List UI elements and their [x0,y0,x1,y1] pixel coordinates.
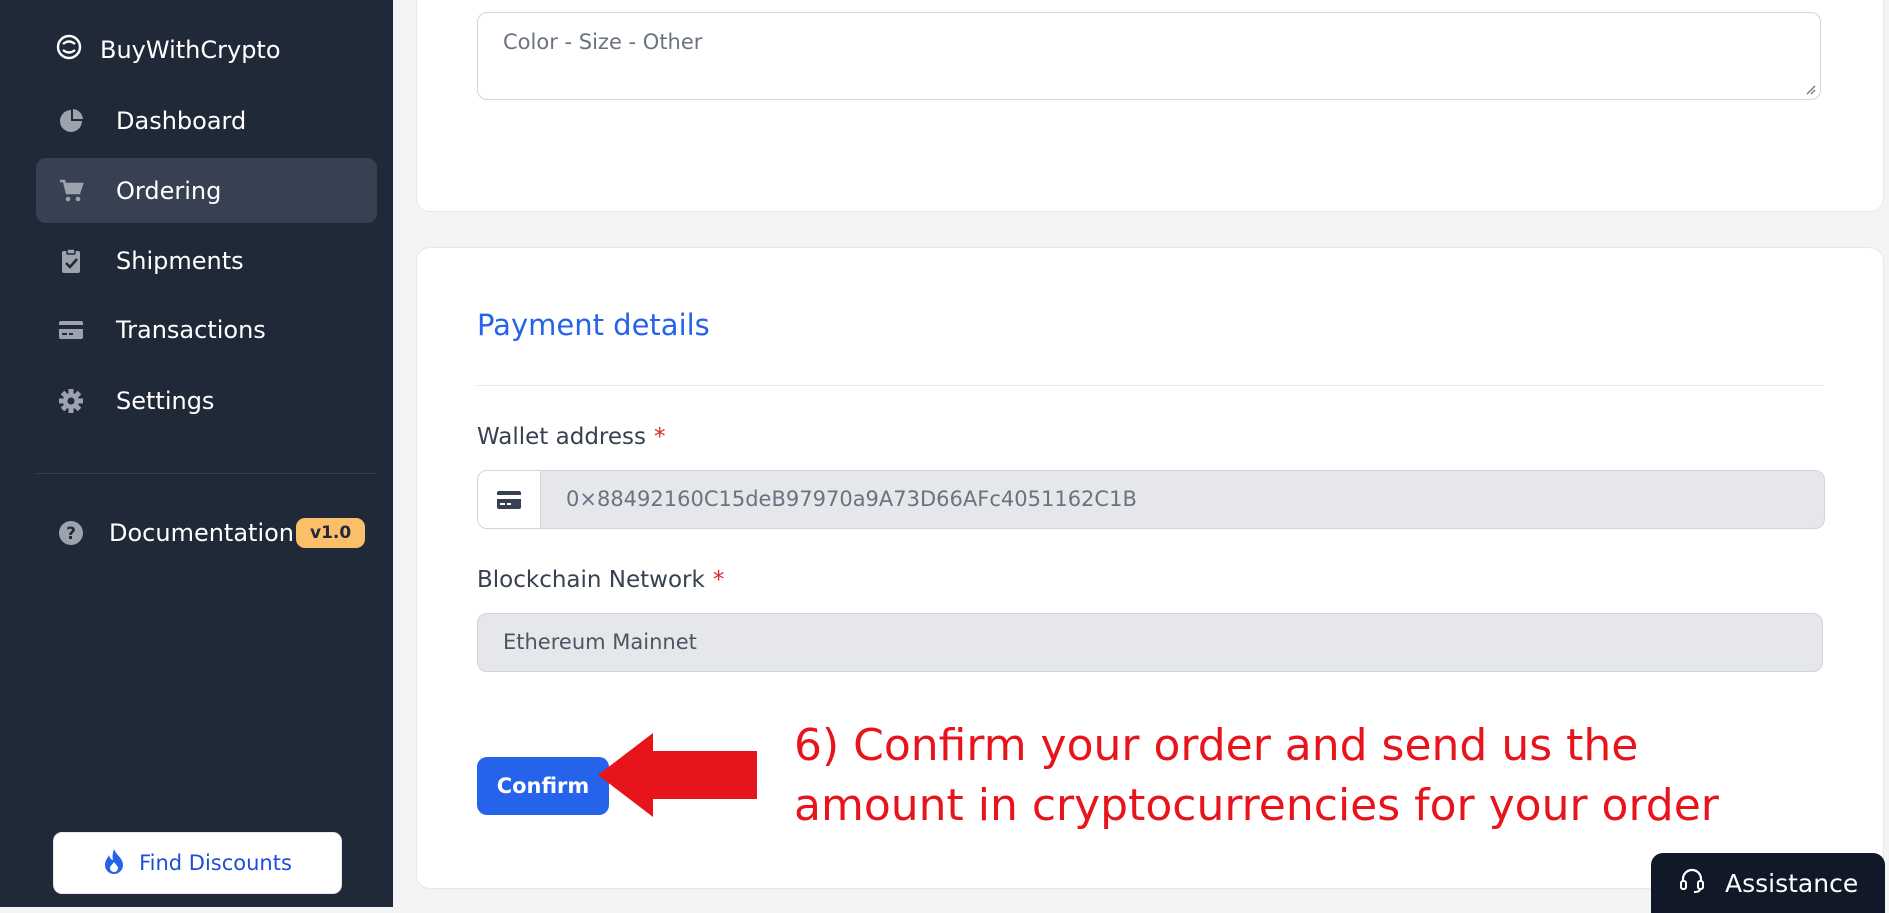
options-textarea[interactable]: Color - Size - Other [477,12,1821,100]
red-arrow-annotation [598,733,757,817]
sidebar-divider [36,473,377,474]
svg-text:?: ? [66,524,76,544]
version-badge: v1.0 [296,518,366,548]
documentation-label: Documentation [109,519,295,547]
credit-card-icon [57,316,85,344]
payment-details-title: Payment details [477,308,710,342]
cart-icon [57,177,85,205]
find-discounts-label: Find Discounts [139,851,292,875]
wallet-address-label: Wallet address * [477,424,666,450]
clipboard-check-icon [57,247,85,275]
sidebar-item-label: Transactions [116,315,266,344]
pie-chart-icon [57,107,85,135]
assistance-label: Assistance [1725,868,1859,898]
blockchain-network-label: Blockchain Network * [477,567,725,593]
sidebar-item-label: Dashboard [116,106,247,135]
sidebar-item-documentation[interactable]: ? Documentation v1.0 [36,502,377,564]
resize-handle-icon[interactable] [1804,83,1816,95]
blockchain-network-value: Ethereum Mainnet [503,630,697,654]
options-placeholder: Color - Size - Other [503,30,703,54]
sidebar-item-label: Settings [116,386,215,415]
find-discounts-button[interactable]: Find Discounts [53,832,342,894]
assistance-button[interactable]: Assistance [1651,853,1885,913]
wallet-address-value: 0×88492160C15deB97970a9A73D66AFc4051162C… [566,487,1137,511]
annotation-line-2: amount in cryptocurrencies for your orde… [794,780,1719,831]
brand-logo-icon [55,33,83,67]
brand-name: BuyWithCrypto [100,36,281,64]
credit-card-icon [478,471,541,528]
section-divider [477,385,1824,386]
required-marker: * [712,567,725,593]
flame-icon [103,848,125,879]
sidebar-item-label: Ordering [116,176,222,205]
confirm-button[interactable]: Confirm [477,757,609,815]
gear-icon [57,387,85,415]
blockchain-network-field[interactable]: Ethereum Mainnet [477,613,1823,672]
annotation-line-1: 6) Confirm your order and send us the [794,720,1639,771]
sidebar-item-shipments[interactable]: Shipments [36,228,377,293]
brand[interactable]: BuyWithCrypto [55,32,281,68]
wallet-address-field[interactable]: 0×88492160C15deB97970a9A73D66AFc4051162C… [477,470,1825,529]
sidebar-item-transactions[interactable]: Transactions [36,297,377,362]
sidebar-item-ordering[interactable]: Ordering [36,158,377,223]
required-marker: * [654,424,666,450]
tutorial-annotation: 6) Confirm your order and send us the am… [794,716,1794,836]
sidebar-item-dashboard[interactable]: Dashboard [36,88,377,153]
sidebar: BuyWithCrypto Dashboard Ordering Shipmen… [0,0,393,907]
sidebar-item-settings[interactable]: Settings [36,368,377,433]
question-icon: ? [57,519,85,547]
headset-icon [1679,867,1705,899]
sidebar-item-label: Shipments [116,246,244,275]
